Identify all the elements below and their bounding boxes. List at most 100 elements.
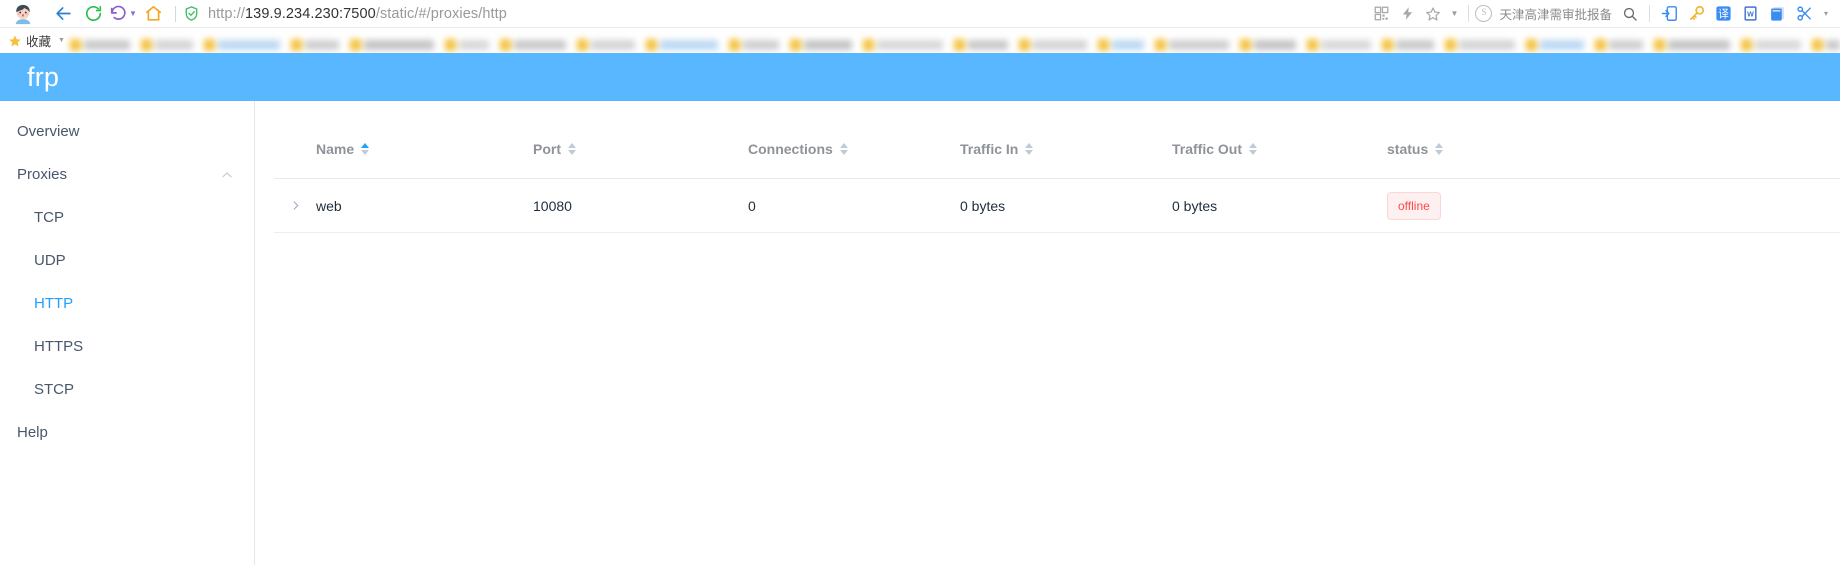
sidebar-group-proxies[interactable]: Proxies — [0, 153, 254, 196]
sidebar-item-tcp[interactable]: TCP — [0, 196, 254, 239]
cell-status: offline — [1387, 178, 1840, 233]
column-header-traffic-out[interactable]: Traffic Out — [1172, 120, 1387, 179]
bookmark-item[interactable] — [1240, 36, 1296, 53]
svg-text:W: W — [1747, 10, 1754, 18]
bookmark-item[interactable] — [1741, 36, 1801, 53]
bookmark-item[interactable] — [863, 36, 943, 53]
home-button[interactable] — [138, 1, 168, 27]
browser-profile-avatar[interactable] — [6, 1, 40, 27]
column-header-name[interactable]: Name — [316, 120, 533, 179]
column-header-port[interactable]: Port — [533, 120, 748, 179]
bookmark-item[interactable] — [1654, 36, 1730, 53]
frp-dashboard: frp Overview Proxies TCP UDP HTTP HTTPS … — [0, 53, 1840, 565]
chevron-up-icon — [220, 168, 234, 182]
undo-arrow-icon — [110, 5, 126, 20]
bookmark-label-redacted — [459, 39, 489, 50]
folder-icon — [1307, 38, 1318, 51]
scissors-capture-icon[interactable] — [1791, 1, 1818, 27]
sort-icon[interactable] — [1435, 143, 1444, 155]
favorites-button[interactable]: 收藏 ▼ — [8, 31, 65, 50]
overflow-caret-icon[interactable]: ▾ — [1818, 9, 1834, 18]
bookmark-item[interactable] — [350, 36, 434, 53]
bookmark-item[interactable] — [1595, 36, 1643, 53]
bookmark-label-redacted — [305, 39, 339, 50]
bookmark-item[interactable] — [1812, 36, 1840, 53]
bookmark-item[interactable] — [1019, 36, 1087, 53]
favorites-label: 收藏 — [26, 35, 52, 49]
bookmark-item[interactable] — [204, 36, 280, 53]
translate-icon[interactable]: 译 — [1710, 1, 1737, 27]
screen-cast-icon[interactable] — [1656, 1, 1683, 27]
bookmark-item[interactable] — [1155, 36, 1229, 53]
history-caret-icon: ▼ — [129, 8, 137, 18]
sort-icon[interactable] — [1025, 143, 1034, 155]
lightning-icon[interactable] — [1394, 1, 1420, 27]
bookmark-item[interactable] — [1526, 36, 1584, 53]
search-engine-text: 天津高津需审批报备 — [1499, 8, 1612, 22]
sidebar-item-label: TCP — [34, 209, 64, 226]
bookmark-item[interactable] — [646, 36, 718, 53]
column-header-connections[interactable]: Connections — [748, 120, 960, 179]
sidebar-item-stcp[interactable]: STCP — [0, 368, 254, 411]
sort-icon[interactable] — [839, 143, 848, 155]
bookmark-label-redacted — [1033, 39, 1087, 50]
sidebar-item-help[interactable]: Help — [0, 411, 254, 454]
reload-button[interactable] — [78, 1, 108, 27]
history-button[interactable]: ▼ — [108, 1, 138, 27]
folder-icon — [291, 38, 302, 51]
sidebar-item-udp[interactable]: UDP — [0, 239, 254, 282]
sidebar-group-label: Proxies — [17, 166, 68, 183]
cell-port: 10080 — [533, 178, 748, 233]
sort-icon[interactable] — [568, 143, 576, 155]
bookmark-item[interactable] — [1382, 36, 1434, 53]
word-document-icon[interactable]: W — [1737, 1, 1764, 27]
folder-icon — [500, 38, 511, 51]
cell-connections: 0 — [748, 178, 960, 233]
bookmark-label-redacted — [1826, 39, 1840, 50]
bookmark-item[interactable] — [577, 36, 635, 53]
folder-icon — [1595, 38, 1606, 51]
folder-icon — [1741, 38, 1752, 51]
bookmark-label-redacted — [877, 39, 943, 50]
back-button[interactable] — [48, 1, 78, 27]
address-bar[interactable]: http://139.9.234.230:7500/static/#/proxi… — [183, 1, 1368, 27]
bookmark-item[interactable] — [500, 36, 566, 53]
bookmark-item[interactable] — [1445, 36, 1515, 53]
bookmark-item[interactable] — [1307, 36, 1371, 53]
chevron-down-icon[interactable]: ▼ — [1446, 9, 1462, 18]
table-row[interactable]: web 10080 0 0 bytes 0 bytes offline — [274, 178, 1840, 233]
bookmark-item[interactable] — [790, 36, 852, 53]
bookmark-item[interactable] — [70, 36, 130, 53]
bookmark-item[interactable] — [291, 36, 339, 53]
sort-ascending-icon[interactable] — [361, 143, 370, 155]
bookmark-item[interactable] — [954, 36, 1008, 53]
bookmark-label-redacted — [84, 39, 130, 50]
bookmark-item[interactable] — [445, 36, 489, 53]
bookmark-label-redacted — [1112, 39, 1144, 50]
search-engine-indicator[interactable]: S 天津高津需审批报备 — [1475, 4, 1612, 23]
bookmark-item[interactable] — [1098, 36, 1144, 53]
sort-icon[interactable] — [1249, 143, 1258, 155]
column-label: status — [1387, 141, 1429, 157]
url-text: http://139.9.234.230:7500/static/#/proxi… — [208, 6, 507, 22]
sidebar-item-http[interactable]: HTTP — [0, 282, 254, 325]
bookmark-item[interactable] — [141, 36, 193, 53]
star-bookmark-icon[interactable] — [1420, 1, 1446, 27]
chevron-right-icon[interactable] — [274, 200, 316, 211]
sidebar-item-overview[interactable]: Overview — [0, 110, 254, 153]
folder-icon — [1098, 38, 1109, 51]
qrcode-icon[interactable] — [1368, 1, 1394, 27]
column-header-traffic-in[interactable]: Traffic In — [960, 120, 1172, 179]
bookmark-label-redacted — [1540, 39, 1584, 50]
sidebar-item-label: STCP — [34, 381, 75, 398]
search-icon[interactable] — [1616, 1, 1643, 27]
column-header-status[interactable]: status — [1387, 120, 1840, 179]
sidebar-item-https[interactable]: HTTPS — [0, 325, 254, 368]
bookmark-items-blurred[interactable] — [70, 28, 1840, 53]
bookmark-label-redacted — [1169, 39, 1229, 50]
password-key-icon[interactable] — [1683, 1, 1710, 27]
bookmark-item[interactable] — [729, 36, 779, 53]
row-expand-cell[interactable] — [274, 178, 316, 233]
notes-icon[interactable] — [1764, 1, 1791, 27]
home-icon — [145, 5, 161, 21]
